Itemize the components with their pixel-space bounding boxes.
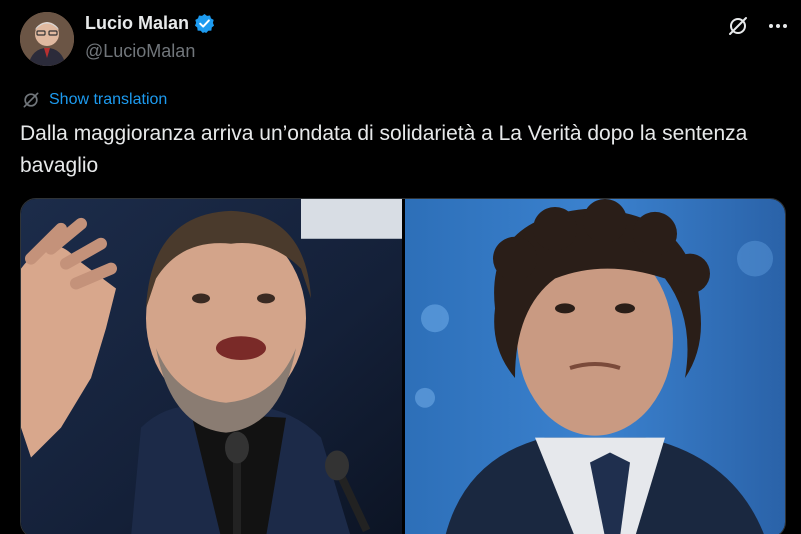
right-photo[interactable]: [405, 199, 785, 534]
tweet-text: Dalla maggioranza arriva un’ondata di so…: [20, 122, 748, 177]
show-translation-label[interactable]: Show translation: [49, 91, 167, 109]
top-actions: [726, 14, 790, 38]
display-name[interactable]: Lucio Malan: [85, 13, 189, 34]
show-translation-link[interactable]: Show translation: [21, 90, 167, 110]
grok-slash-icon: [23, 92, 39, 108]
name-row: Lucio Malan: [85, 13, 215, 34]
media-grid: [20, 198, 786, 534]
grok-slash-icon[interactable]: [726, 14, 750, 38]
more-horizontal-icon[interactable]: [766, 14, 790, 38]
avatar[interactable]: [20, 12, 74, 66]
tweet-header: Lucio Malan @LucioMalan: [20, 10, 790, 70]
user-handle[interactable]: @LucioMalan: [85, 41, 195, 62]
left-photo[interactable]: [21, 199, 402, 534]
verified-badge-icon[interactable]: [194, 13, 215, 34]
